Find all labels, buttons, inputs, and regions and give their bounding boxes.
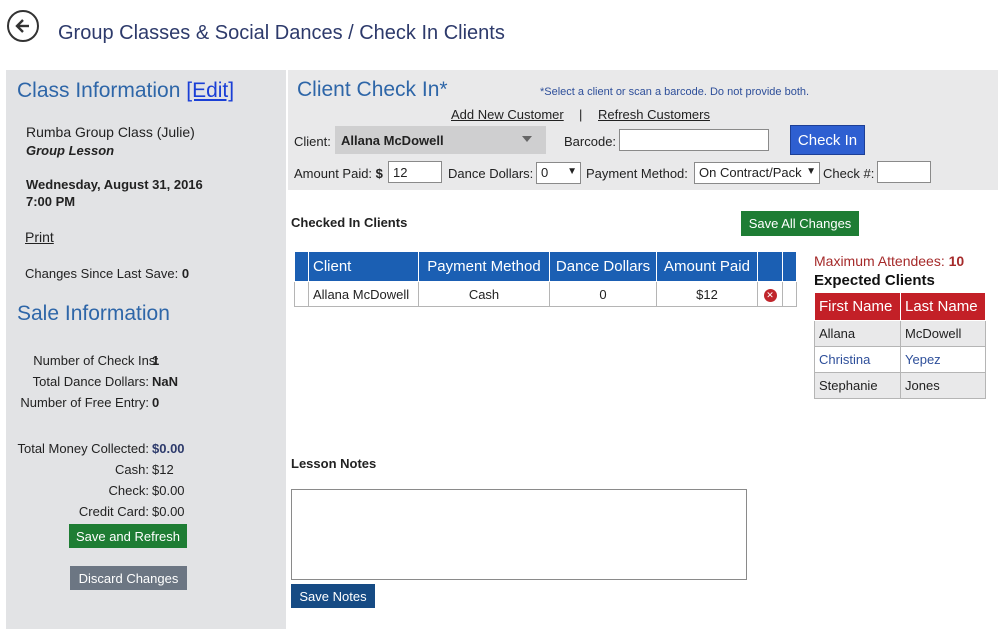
delete-icon[interactable]: ✕ (763, 289, 777, 302)
edit-class-link[interactable]: [Edit] (186, 79, 234, 102)
dance-dollars-select-value: 0 (541, 165, 549, 180)
class-time: 7:00 PM (26, 194, 76, 209)
class-type: Group Lesson (26, 143, 115, 158)
credit-label: Credit Card: (78, 504, 149, 519)
sale-info-title: Sale Information (17, 302, 170, 325)
check-in-button[interactable]: Check In (790, 125, 865, 155)
amount-paid-text: Amount Paid: (294, 166, 373, 181)
column-header-client: Client (308, 251, 419, 282)
first-name-cell: Christina (814, 346, 901, 373)
dropdown-arrow-icon: ▼ (567, 166, 577, 177)
table-row[interactable]: Christina Yepez (814, 346, 986, 373)
expected-clients-table: First Name Last Name Allana McDowell Chr… (814, 292, 986, 399)
row-extra-cell (782, 281, 797, 307)
save-and-refresh-button[interactable]: Save and Refresh (69, 524, 187, 548)
row-delete-cell: ✕ (757, 281, 783, 307)
first-name-cell: Allana (814, 320, 901, 347)
payment-method-select-value: On Contract/Pack (699, 165, 802, 180)
cash-value: $12 (152, 462, 174, 477)
changes-since-save: Changes Since Last Save: 0 (25, 266, 189, 281)
check-number-input[interactable] (877, 161, 931, 183)
client-select[interactable]: Allana McDowell (335, 126, 546, 154)
discard-changes-button[interactable]: Discard Changes (70, 566, 187, 590)
credit-value: $0.00 (152, 504, 185, 519)
extra-column-header (782, 251, 797, 282)
dollar-sign: $ (375, 166, 383, 181)
row-select-cell[interactable] (294, 281, 309, 307)
row-amount-paid: $12 (656, 281, 758, 307)
last-name-cell: Yepez (900, 346, 986, 373)
amount-paid-input[interactable] (388, 161, 442, 183)
first-name-cell: Stephanie (814, 372, 901, 399)
row-dance-dollars: 0 (549, 281, 657, 307)
table-row[interactable]: Stephanie Jones (814, 372, 986, 399)
checked-in-table: Client Payment Method Dance Dollars Amou… (294, 251, 797, 307)
refresh-customers-link[interactable]: Refresh Customers (598, 107, 710, 122)
table-row[interactable]: Allana McDowell Cash 0 $12 ✕ (294, 281, 797, 307)
check-in-title: Client Check In* (297, 78, 448, 101)
delete-column-header (757, 251, 783, 282)
save-all-changes-button[interactable]: Save All Changes (741, 211, 859, 236)
payment-method-label: Payment Method: (586, 166, 688, 181)
barcode-input[interactable] (619, 129, 769, 151)
dance-dollars-label: Dance Dollars: (448, 166, 534, 181)
class-info-title: Class Information (17, 79, 181, 102)
page-title: Group Classes & Social Dances / Check In… (58, 22, 505, 44)
client-select-value: Allana McDowell (341, 133, 444, 148)
table-header-row: Client Payment Method Dance Dollars Amou… (294, 251, 797, 282)
column-header-payment-method: Payment Method (418, 251, 550, 282)
dropdown-caret-icon (522, 136, 532, 142)
check-number-label: Check #: (823, 166, 875, 181)
add-new-customer-link[interactable]: Add New Customer (451, 107, 564, 122)
lesson-notes-title: Lesson Notes (291, 456, 377, 471)
dance-dollars-label: Total Dance Dollars: (32, 374, 149, 389)
barcode-label: Barcode: (564, 134, 617, 149)
column-header-last-name: Last Name (900, 292, 986, 321)
client-check-in-panel: Client Check In* *Select a client or sca… (288, 70, 998, 190)
max-attendees-value: 10 (948, 253, 965, 269)
last-name-cell: McDowell (900, 320, 986, 347)
class-info-heading: Class Information [Edit] (17, 79, 234, 103)
client-label: Client: (294, 134, 331, 149)
table-row[interactable]: Allana McDowell (814, 320, 986, 347)
print-link[interactable]: Print (25, 229, 54, 245)
lesson-notes-textarea[interactable] (291, 489, 747, 580)
check-ins-value: 1 (152, 353, 160, 368)
max-attendees: Maximum Attendees: 10 (814, 253, 964, 269)
total-money-label: Total Money Collected: (17, 441, 149, 456)
select-column-header (294, 251, 309, 282)
column-header-amount-paid: Amount Paid (656, 251, 758, 282)
check-in-hint: *Select a client or scan a barcode. Do n… (540, 86, 810, 98)
expected-clients-title: Expected Clients (814, 272, 935, 289)
class-name: Rumba Group Class (Julie) (26, 124, 195, 140)
back-arrow-icon (15, 19, 29, 33)
check-value: $0.00 (152, 483, 185, 498)
dance-dollars-value: NaN (152, 374, 179, 389)
max-attendees-label: Maximum Attendees: (814, 253, 945, 269)
changes-label: Changes Since Last Save: (25, 266, 179, 281)
sidebar: Class Information [Edit] Rumba Group Cla… (6, 70, 286, 629)
total-money-value: $0.00 (152, 441, 185, 456)
payment-method-select[interactable]: On Contract/Pack ▼ (694, 162, 820, 184)
row-payment-method: Cash (418, 281, 550, 307)
link-separator: | (579, 107, 583, 122)
free-entry-label: Number of Free Entry: (20, 395, 149, 410)
dropdown-arrow-icon: ▼ (806, 166, 816, 177)
class-date: Wednesday, August 31, 2016 (26, 177, 203, 192)
amount-paid-label: Amount Paid: $ (294, 166, 383, 181)
cash-label: Cash: (115, 462, 149, 477)
row-client: Allana McDowell (308, 281, 419, 307)
check-ins-label: Number of Check Ins: (33, 353, 159, 368)
checked-in-title: Checked In Clients (291, 215, 408, 230)
last-name-cell: Jones (900, 372, 986, 399)
table-header-row: First Name Last Name (814, 292, 986, 321)
column-header-dance-dollars: Dance Dollars (549, 251, 657, 282)
column-header-first-name: First Name (814, 292, 901, 321)
free-entry-value: 0 (152, 395, 160, 410)
save-notes-button[interactable]: Save Notes (291, 584, 375, 608)
changes-value: 0 (181, 266, 190, 281)
back-button[interactable] (7, 10, 39, 42)
check-label: Check: (108, 483, 149, 498)
dance-dollars-select[interactable]: 0 ▼ (536, 162, 581, 184)
